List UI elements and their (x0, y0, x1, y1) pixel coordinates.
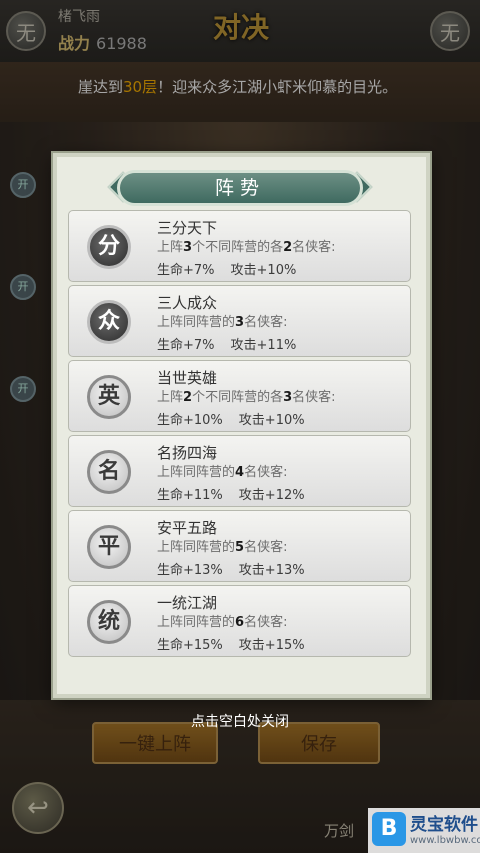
req-text: 名侠客: (244, 540, 288, 555)
watermark-logo-icon: B (372, 812, 406, 846)
req-text: 上阵同阵营的 (157, 615, 236, 630)
formation-card: 众 三人成众 上阵同阵营的3名侠客: 生命+7% 攻击+11% (68, 285, 411, 357)
formation-bonus: 生命+7% 攻击+11% (157, 334, 296, 353)
formation-bonus: 生命+15% 攻击+15% (157, 634, 305, 653)
formation-requirement: 上阵同阵营的3名侠客: (157, 311, 287, 330)
hp-bonus: 生命+11% (157, 488, 223, 503)
atk-bonus: 攻击+10% (230, 263, 297, 278)
hp-bonus: 生命+10% (157, 413, 223, 428)
modal-title: 阵势 (117, 170, 363, 206)
req-text: 名侠客: (292, 240, 336, 255)
atk-bonus: 攻击+15% (238, 638, 305, 653)
formation-bonus: 生命+10% 攻击+10% (157, 409, 305, 428)
formation-requirement: 上阵同阵营的4名侠客: (157, 461, 287, 480)
formation-card: 名 名扬四海 上阵同阵营的4名侠客: 生命+11% 攻击+12% (68, 435, 411, 507)
req-number: 3 (235, 315, 245, 330)
formation-badge: 名 (87, 450, 131, 494)
formation-card: 平 安平五路 上阵同阵营的5名侠客: 生命+13% 攻击+13% (68, 510, 411, 582)
req-number: 4 (235, 465, 245, 480)
formation-badge: 统 (87, 600, 131, 644)
req-number: 3 (283, 390, 293, 405)
formation-badge: 英 (87, 375, 131, 419)
req-number: 5 (235, 540, 245, 555)
req-number: 3 (183, 240, 193, 255)
req-text: 上阵同阵营的 (157, 540, 236, 555)
req-number: 6 (235, 615, 245, 630)
formation-bonus: 生命+11% 攻击+12% (157, 484, 305, 503)
formation-requirement: 上阵同阵营的6名侠客: (157, 611, 287, 630)
hp-bonus: 生命+7% (157, 263, 215, 278)
atk-bonus: 攻击+12% (238, 488, 305, 503)
hp-bonus: 生命+13% (157, 563, 223, 578)
formation-requirement: 上阵同阵营的5名侠客: (157, 536, 287, 555)
req-number: 2 (283, 240, 293, 255)
formation-bonus: 生命+7% 攻击+10% (157, 259, 296, 278)
formation-card: 英 当世英雄 上阵2个不同阵营的各3名侠客: 生命+10% 攻击+10% (68, 360, 411, 432)
formation-badge: 分 (87, 225, 131, 269)
atk-bonus: 攻击+11% (230, 338, 297, 353)
atk-bonus: 攻击+13% (238, 563, 305, 578)
hp-bonus: 生命+7% (157, 338, 215, 353)
req-text: 上阵同阵营的 (157, 465, 236, 480)
req-text: 上阵 (157, 390, 184, 405)
formation-name: 名扬四海 (157, 444, 218, 462)
formation-badge: 平 (87, 525, 131, 569)
formation-name: 安平五路 (157, 519, 218, 537)
formation-card: 分 三分天下 上阵3个不同阵营的各2名侠客: 生命+7% 攻击+10% (68, 210, 411, 282)
req-text: 个不同阵营的各 (192, 240, 284, 255)
watermark-name: 灵宝软件 (410, 815, 478, 835)
atk-bonus: 攻击+10% (238, 413, 305, 428)
req-text: 名侠客: (244, 615, 288, 630)
formation-list: 分 三分天下 上阵3个不同阵营的各2名侠客: 生命+7% 攻击+10% 众 三人成… (68, 210, 411, 660)
req-text: 名侠客: (244, 465, 288, 480)
formation-requirement: 上阵3个不同阵营的各2名侠客: (157, 236, 336, 255)
req-text: 上阵 (157, 240, 184, 255)
watermark-url: www.lbwbw.com (410, 835, 480, 846)
formation-badge: 众 (87, 300, 131, 344)
close-hint: 点击空白处关闭 (191, 714, 289, 730)
req-text: 名侠客: (292, 390, 336, 405)
req-text: 名侠客: (244, 315, 288, 330)
formation-card: 统 一统江湖 上阵同阵营的6名侠客: 生命+15% 攻击+15% (68, 585, 411, 657)
formation-name: 三分天下 (157, 219, 218, 237)
req-text: 上阵同阵营的 (157, 315, 236, 330)
formation-name: 当世英雄 (157, 369, 218, 387)
req-text: 个不同阵营的各 (192, 390, 284, 405)
formation-requirement: 上阵2个不同阵营的各3名侠客: (157, 386, 336, 405)
formation-bonus: 生命+13% 攻击+13% (157, 559, 305, 578)
req-number: 2 (183, 390, 193, 405)
hp-bonus: 生命+15% (157, 638, 223, 653)
formation-name: 一统江湖 (157, 594, 218, 612)
formation-name: 三人成众 (157, 294, 218, 312)
